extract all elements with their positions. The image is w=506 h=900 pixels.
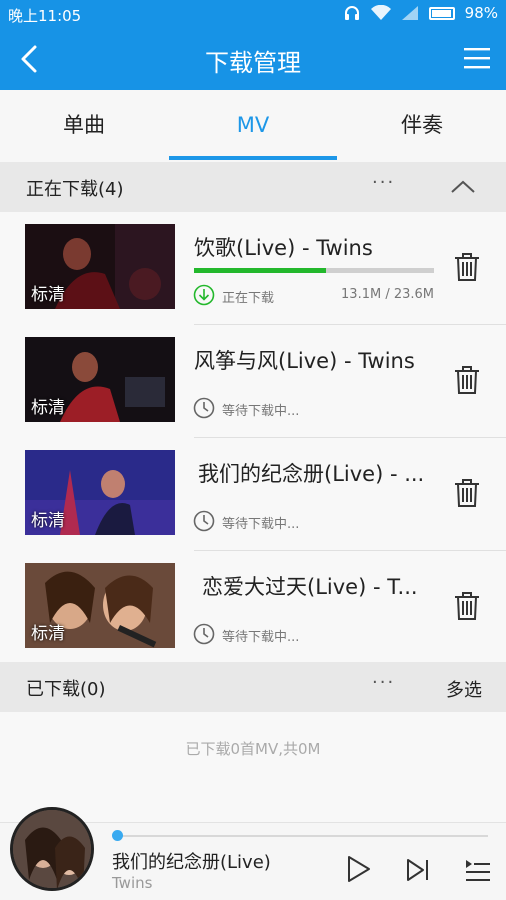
tab-accompaniment[interactable]: 伴奏 xyxy=(338,90,506,162)
download-progress-fill xyxy=(194,268,326,273)
seek-knob[interactable] xyxy=(112,830,123,841)
download-arrow-icon xyxy=(193,284,215,306)
quality-label: 标清 xyxy=(31,624,65,644)
downloading-title: 正在下载(4) xyxy=(26,179,124,200)
now-playing-title: 我们的纪念册(Live) xyxy=(112,852,271,873)
tab-bar: 单曲 MV 伴奏 xyxy=(0,90,506,162)
trash-icon[interactable] xyxy=(454,478,480,508)
song-title: 风筝与风(Live) - Twins xyxy=(194,349,415,373)
clock-icon xyxy=(193,510,215,532)
tab-mv[interactable]: MV xyxy=(169,90,337,162)
battery-percent: 98% xyxy=(464,4,498,22)
wifi-icon xyxy=(370,5,391,20)
trash-icon[interactable] xyxy=(454,365,480,395)
mv-thumbnail: 标清 xyxy=(25,224,175,309)
headphones-icon xyxy=(344,6,359,20)
list-item[interactable]: 标清 我们的纪念册(Live) - ... 等待下载中... xyxy=(0,438,506,551)
quality-label: 标清 xyxy=(31,511,65,531)
mv-thumbnail: 标清 xyxy=(25,450,175,535)
battery-icon xyxy=(428,6,455,20)
album-art[interactable] xyxy=(10,807,94,891)
mini-player: 我们的纪念册(Live) Twins xyxy=(0,807,506,900)
download-size: 13.1M / 23.6M xyxy=(341,287,434,302)
quality-label: 标清 xyxy=(31,285,65,305)
downloaded-empty-area: 已下载0首MV,共0M xyxy=(0,712,506,822)
status-bar: 晚上11:05 98% xyxy=(0,0,506,28)
multi-select-button[interactable]: 多选 xyxy=(446,676,482,702)
playlist-icon[interactable] xyxy=(464,858,490,882)
clock-icon xyxy=(193,623,215,645)
more-options-icon[interactable]: ··· xyxy=(372,672,395,693)
mv-thumbnail: 标清 xyxy=(25,563,175,648)
tab-indicator xyxy=(169,156,337,160)
more-options-icon[interactable]: ··· xyxy=(372,172,395,193)
signal-icon xyxy=(401,6,418,20)
status-icons: 98% xyxy=(343,4,498,22)
downloaded-title: 已下载(0) xyxy=(26,679,106,700)
list-item[interactable]: 标清 风筝与风(Live) - Twins 等待下载中... xyxy=(0,325,506,438)
quality-label: 标清 xyxy=(31,398,65,418)
page-title: 下载管理 xyxy=(205,49,301,77)
downloading-header: 正在下载(4) ··· xyxy=(0,162,506,212)
trash-icon[interactable] xyxy=(454,252,480,282)
menu-icon[interactable] xyxy=(464,46,490,70)
chevron-up-icon[interactable] xyxy=(450,180,476,194)
status-time: 晚上11:05 xyxy=(8,7,82,25)
app-bar: 下载管理 xyxy=(0,28,506,90)
download-status: 等待下载中... xyxy=(222,404,300,419)
downloaded-header: 已下载(0) ··· 多选 xyxy=(0,662,506,712)
tab-single[interactable]: 单曲 xyxy=(0,90,168,162)
next-track-icon[interactable] xyxy=(406,858,430,882)
download-status: 等待下载中... xyxy=(222,630,300,645)
download-status: 等待下载中... xyxy=(222,517,300,532)
list-item[interactable]: 标清 恋爱大过天(Live) - T... 等待下载中... xyxy=(0,551,506,664)
trash-icon[interactable] xyxy=(454,591,480,621)
song-title: 饮歌(Live) - Twins xyxy=(194,236,373,260)
now-playing-artist: Twins xyxy=(112,874,153,892)
album-art-image xyxy=(13,810,91,888)
song-title: 我们的纪念册(Live) - ... xyxy=(198,462,425,486)
download-progress-bar xyxy=(194,268,434,273)
play-icon[interactable] xyxy=(346,855,372,883)
list-item[interactable]: 标清 饮歌(Live) - Twins 正在下载 13.1M / 23.6M xyxy=(0,212,506,325)
playback-seek-bar[interactable] xyxy=(118,835,488,837)
song-title: 恋爱大过天(Live) - T... xyxy=(202,575,418,599)
mv-thumbnail: 标清 xyxy=(25,337,175,422)
download-status: 正在下载 xyxy=(222,291,275,306)
empty-message: 已下载0首MV,共0M xyxy=(185,740,321,758)
clock-icon xyxy=(193,397,215,419)
